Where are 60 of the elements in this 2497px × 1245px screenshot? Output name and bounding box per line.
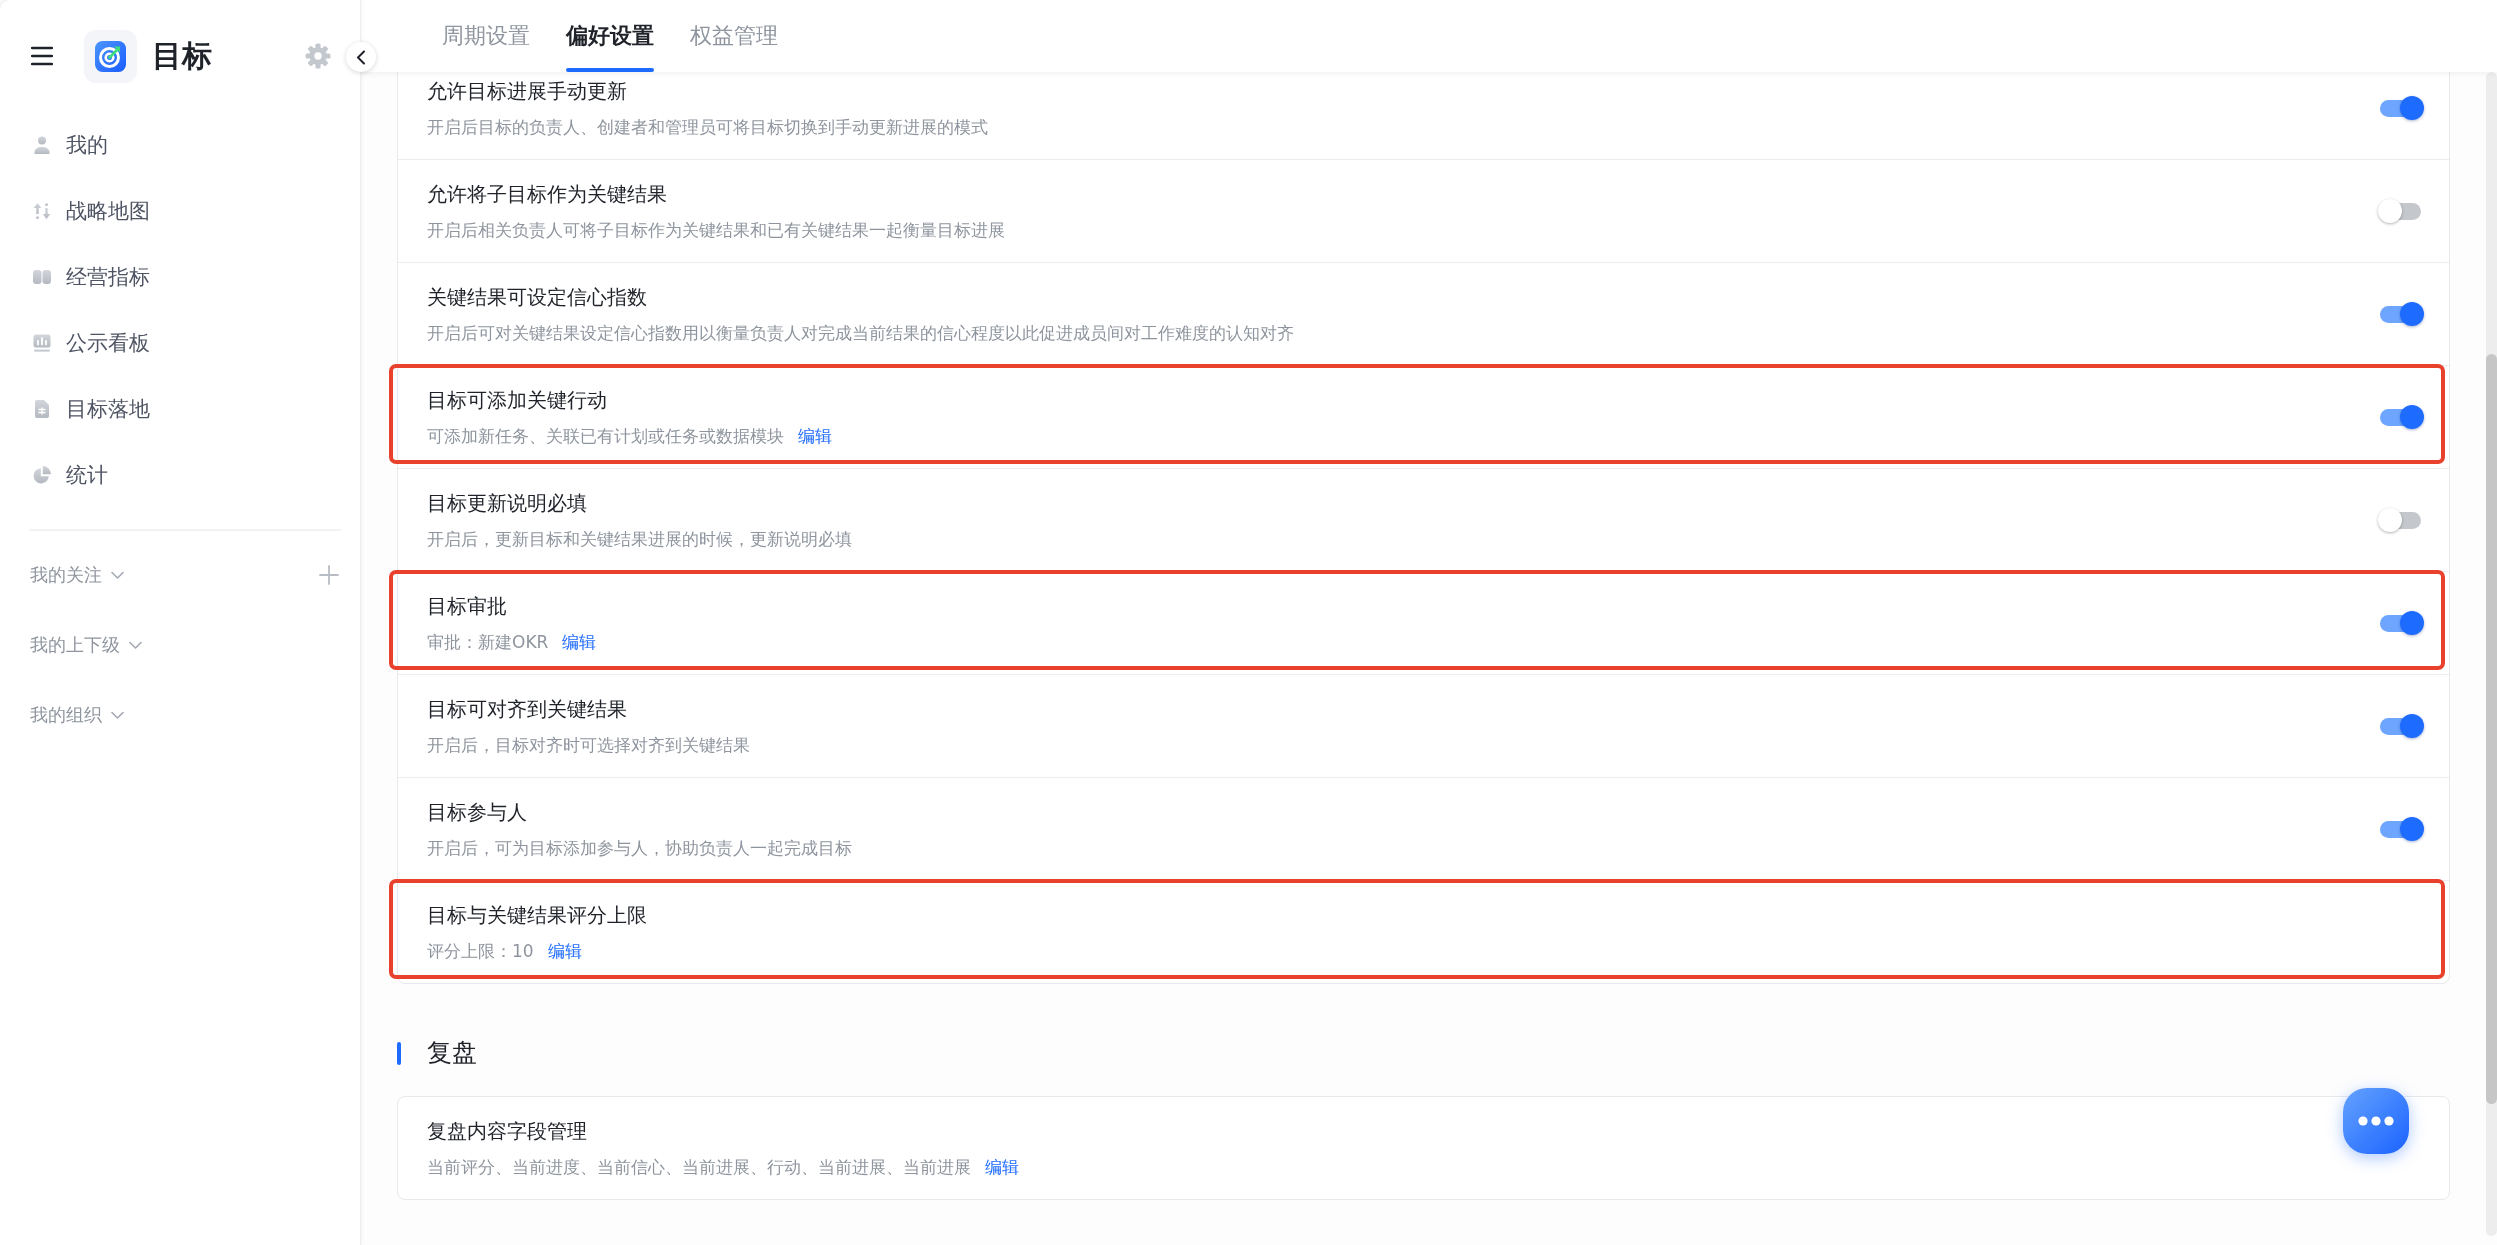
arrows-icon [32, 201, 52, 221]
tab[interactable]: 周期设置 [442, 0, 530, 72]
person-icon [32, 135, 52, 155]
setting-description: 开启后相关负责人可将子目标作为关键结果和已有关键结果一起衡量目标进展 [427, 219, 1005, 242]
setting-title: 允许将子目标作为关键结果 [427, 181, 667, 208]
group-label[interactable]: 我的组织 [30, 703, 102, 727]
chevron-down-icon [111, 570, 124, 580]
target-icon [84, 29, 137, 83]
board-icon [32, 333, 52, 353]
edit-link[interactable]: 编辑 [547, 939, 582, 963]
setting-description: 可添加新任务、关联已有计划或任务或数据模块 [427, 425, 784, 448]
chevron-down-icon [111, 710, 124, 720]
setting-title: 目标更新说明必填 [427, 490, 587, 517]
chevron-down-icon [129, 640, 142, 650]
group-label[interactable]: 我的关注 [30, 563, 102, 587]
setting-title: 复盘内容字段管理 [427, 1118, 587, 1145]
nav-item[interactable]: 公示看板 [12, 310, 348, 376]
setting-title: 目标可对齐到关键结果 [427, 696, 627, 723]
nav-item[interactable]: 目标落地 [12, 376, 348, 442]
app-title: 目标 [152, 37, 212, 75]
setting-description: 开启后可对关键结果设定信心指数用以衡量负责人对完成当前结果的信心程度以此促进成员间对工作难度的认知对齐 [427, 322, 1294, 345]
edit-link[interactable]: 编辑 [985, 1155, 1019, 1179]
setting-description: 开启后目标的负责人、创建者和管理员可将目标切换到手动更新进展的模式 [427, 116, 988, 139]
tab[interactable]: 偏好设置 [566, 0, 654, 72]
nav-item[interactable]: 战略地图 [12, 178, 348, 244]
nav-item[interactable]: 我的 [12, 112, 348, 178]
toggle-switch[interactable] [2378, 96, 2424, 120]
setting-title: 关键结果可设定信心指数 [427, 284, 647, 311]
document-icon [32, 399, 52, 419]
setting-description: 评分上限：10 [427, 940, 534, 963]
setting-title: 目标审批 [427, 593, 507, 620]
edit-link[interactable]: 编辑 [562, 630, 597, 654]
tab[interactable]: 权益管理 [690, 0, 778, 72]
menu-icon[interactable] [31, 46, 53, 66]
nav-item[interactable]: 经营指标 [12, 244, 348, 310]
setting-description: 开启后，更新目标和关键结果进展的时候，更新说明必填 [427, 528, 852, 551]
accent-bar-icon [397, 1041, 401, 1065]
toggle-switch[interactable] [2378, 405, 2424, 429]
setting-title: 目标参与人 [427, 799, 527, 826]
toggle-switch[interactable] [2378, 714, 2424, 738]
section-heading: 复盘 [427, 1037, 477, 1069]
toggle-switch[interactable] [2378, 817, 2424, 841]
chevron-left-icon [356, 49, 366, 65]
toggle-switch[interactable] [2378, 302, 2424, 326]
blocks-icon [32, 267, 52, 287]
group-label[interactable]: 我的上下级 [30, 633, 120, 657]
more-icon [2358, 1116, 2394, 1126]
setting-description: 当前评分、当前进度、当前信心、当前进展、行动、当前进展、当前进展 [427, 1156, 971, 1179]
pie-chart-icon [32, 465, 52, 485]
scrollbar-thumb[interactable] [2486, 354, 2497, 1104]
more-button[interactable] [2343, 1088, 2409, 1154]
nav-item[interactable]: 统计 [12, 442, 348, 508]
setting-title: 目标可添加关键行动 [427, 387, 607, 414]
setting-title: 目标与关键结果评分上限 [427, 902, 647, 929]
setting-title: 允许目标进展手动更新 [427, 78, 627, 105]
setting-description: 开启后，目标对齐时可选择对齐到关键结果 [427, 734, 750, 757]
setting-description: 审批：新建OKR [427, 631, 549, 654]
edit-link[interactable]: 编辑 [798, 424, 832, 448]
setting-description: 开启后，可为目标添加参与人，协助负责人一起完成目标 [427, 837, 852, 860]
toggle-switch[interactable] [2378, 611, 2424, 635]
